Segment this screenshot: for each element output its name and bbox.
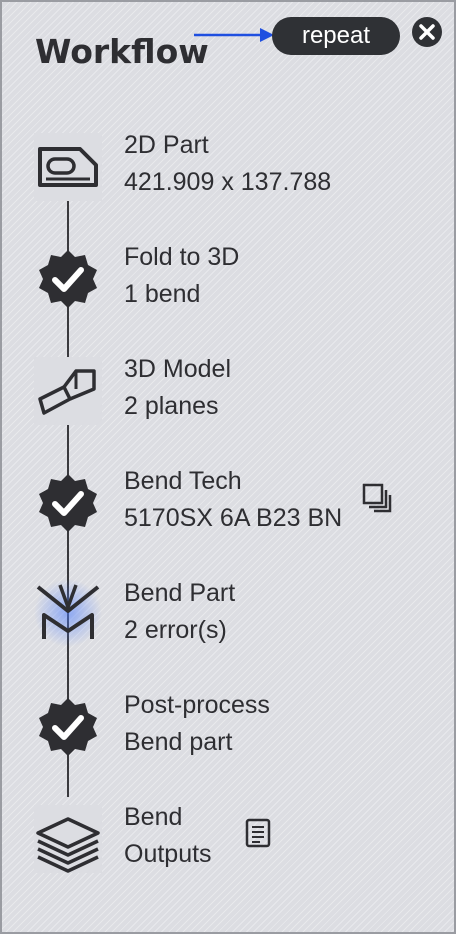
step-title: Bend Part xyxy=(124,579,236,607)
step-subtitle: 1 bend xyxy=(124,280,201,308)
step-subtitle: 2 planes xyxy=(124,392,219,420)
workflow-step-bend-outputs[interactable]: Bend Outputs xyxy=(2,799,454,879)
press-brake-icon xyxy=(34,579,102,647)
step-subtitle: Bend part xyxy=(124,728,233,756)
step-title: Bend Tech xyxy=(124,467,242,495)
workflow-step-bend-part[interactable]: Bend Part 2 error(s) xyxy=(2,575,454,655)
workflow-step-fold-to-3d[interactable]: Fold to 3D 1 bend xyxy=(2,239,454,319)
step-title: 2D Part xyxy=(124,131,209,159)
repeat-button[interactable]: repeat xyxy=(272,17,400,55)
panel-title: Workflow xyxy=(35,32,209,71)
workflow-step-post-process[interactable]: Post-process Bend part xyxy=(2,687,454,767)
step-subtitle: 2 error(s) xyxy=(124,616,227,644)
step-subtitle: 421.909 x 137.788 xyxy=(124,168,332,196)
workflow-step-2d-part[interactable]: 2D Part 421.909 x 137.788 xyxy=(2,127,454,207)
check-badge-icon xyxy=(39,474,97,532)
layers-icon xyxy=(34,805,102,873)
workflow-panel: Workflow repeat 2D Part 421.909 x 137.78… xyxy=(0,0,456,934)
step-title: 3D Model xyxy=(124,355,231,383)
close-circle-icon[interactable] xyxy=(411,16,443,48)
3d-model-icon xyxy=(34,357,102,425)
step-subtitle: 5170SX 6A B23 BN xyxy=(124,504,343,532)
workflow-step-bend-tech[interactable]: Bend Tech 5170SX 6A B23 BN xyxy=(2,463,454,543)
step-title: Fold to 3D xyxy=(124,243,240,271)
workflow-step-3d-model[interactable]: 3D Model 2 planes xyxy=(2,351,454,431)
arrow-right-icon xyxy=(194,28,274,42)
step-title: Post-process xyxy=(124,691,270,719)
flat-part-icon xyxy=(34,133,102,201)
copy-stack-icon[interactable] xyxy=(360,481,394,515)
step-subtitle: Outputs xyxy=(124,840,212,868)
report-icon[interactable] xyxy=(242,817,276,851)
step-title: Bend xyxy=(124,803,183,831)
check-badge-icon xyxy=(39,698,97,756)
check-badge-icon xyxy=(39,250,97,308)
